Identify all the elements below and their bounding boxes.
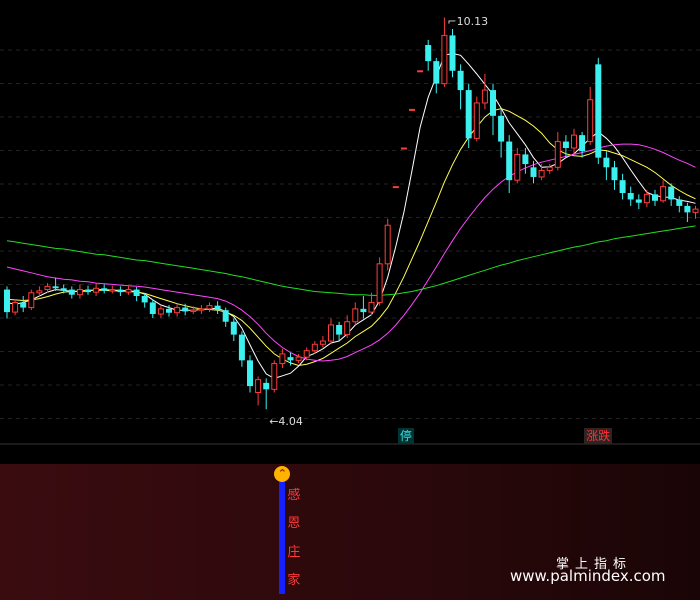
signal-char-1: 感 (287, 488, 301, 503)
candle-body (60, 288, 67, 291)
candle-body (562, 141, 569, 148)
candle-body (514, 153, 521, 181)
candle-body (643, 193, 650, 204)
candle-body (125, 289, 132, 293)
candle-body (603, 157, 610, 168)
candle-body (587, 99, 594, 143)
candle-body (12, 301, 19, 313)
candle-body (433, 61, 440, 84)
candle-body (93, 287, 100, 293)
watermark-url: www.palmindex.com (510, 567, 666, 585)
candle-body (255, 379, 262, 394)
candle-body (554, 141, 561, 168)
candle-body (295, 356, 302, 361)
candle-body (133, 289, 140, 296)
candle-body (206, 305, 213, 310)
candle-body (336, 324, 343, 335)
candle-body (109, 289, 116, 292)
candle-body (141, 296, 148, 303)
candle-body (101, 288, 108, 291)
candlestick-chart (0, 17, 700, 445)
candle-body (344, 321, 351, 336)
candle-body (619, 180, 626, 194)
candle-body (449, 35, 456, 71)
candle-body (352, 308, 359, 323)
candle-body (52, 286, 59, 289)
candle-body (376, 263, 383, 303)
candle-body (182, 307, 189, 312)
candle-body (684, 205, 691, 213)
candle-body (457, 70, 464, 91)
candle-body (36, 290, 43, 294)
candle-body (400, 147, 407, 150)
candle-body (417, 70, 424, 73)
candle-body (538, 170, 545, 178)
candle-body (198, 308, 205, 311)
candle-body (44, 285, 51, 291)
candle-body (579, 135, 586, 152)
candle-body (481, 89, 488, 104)
candle-body (263, 382, 270, 390)
candle-body (627, 193, 634, 200)
candle-body (76, 289, 83, 296)
ma-line-3 (6, 143, 696, 362)
candle-body (368, 301, 375, 313)
candle-body (490, 90, 496, 116)
candle-body (117, 289, 124, 293)
candle-body (166, 308, 172, 313)
candle-body (287, 357, 294, 361)
candle-body (360, 308, 367, 313)
candle-body (319, 340, 326, 345)
candle-body (522, 154, 529, 165)
candle-body (676, 199, 683, 206)
candle-body (20, 302, 27, 308)
signal-bar (279, 482, 286, 594)
candle-body (214, 305, 221, 311)
price-annotation: ⌐10.13 (447, 15, 489, 29)
signal-char-4: 家 (287, 573, 301, 588)
candle-body (222, 310, 229, 322)
candle-body (149, 302, 156, 315)
price-annotation: ←4.04 (269, 415, 303, 429)
candle-body (328, 324, 334, 342)
candle-body (174, 307, 181, 314)
candle-body (530, 167, 537, 177)
candle-body (635, 199, 642, 203)
candle-body (473, 102, 480, 139)
signal-marker: 停 (397, 428, 414, 444)
candle-body (68, 289, 75, 295)
candle-body (279, 353, 286, 365)
candle-body (652, 194, 658, 201)
candle-body (28, 292, 35, 309)
candle-body (85, 289, 91, 293)
candle-body (271, 363, 278, 390)
candle-body (571, 134, 577, 149)
candle-body (230, 321, 237, 335)
candle-body (611, 167, 618, 181)
candle-body (660, 186, 667, 202)
candle-body (157, 308, 164, 315)
candle-body (303, 350, 310, 358)
candle-body (595, 64, 602, 158)
signal-char-2: 恩 (287, 516, 301, 531)
candle-body (4, 289, 10, 313)
candle-body (441, 34, 448, 85)
candle-body (409, 108, 415, 111)
candle-body (465, 90, 472, 139)
candle-body (692, 208, 699, 213)
candle-body (498, 115, 505, 142)
candle-body (668, 186, 675, 200)
candle-body (392, 186, 399, 189)
candle-body (247, 360, 253, 387)
candle-body (425, 45, 432, 62)
candle-body (311, 343, 318, 352)
candle-body (506, 141, 513, 181)
signal-char-3: 庄 (287, 545, 301, 560)
candle-body (238, 334, 245, 361)
candle-body (546, 166, 553, 172)
ma-line-2 (6, 108, 696, 367)
candle-body (384, 224, 391, 265)
signal-marker: 涨跌 (584, 428, 613, 444)
candle-body (190, 309, 197, 312)
